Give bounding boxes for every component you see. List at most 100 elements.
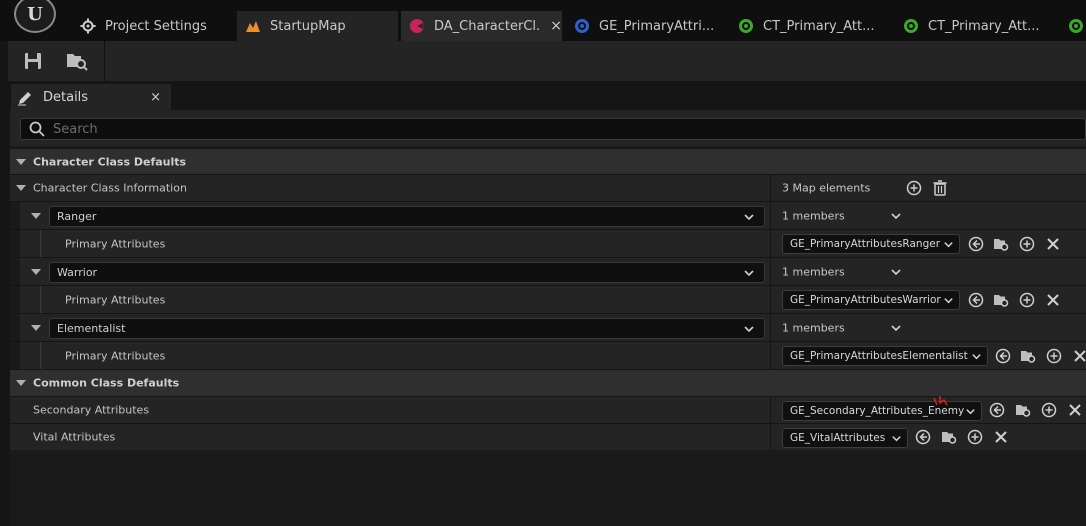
asset-picker-combo[interactable]: GE_Secondary_Attributes_Enemy: [782, 401, 982, 421]
expand-arrow-icon[interactable]: [16, 158, 26, 165]
column-splitter[interactable]: [770, 202, 771, 229]
browse-icon[interactable]: [993, 236, 1009, 252]
indent-guide: [40, 342, 41, 369]
expand-arrow-icon[interactable]: [16, 380, 26, 386]
trash-icon[interactable]: [932, 180, 948, 196]
asset-picker-combo[interactable]: GE_PrimaryAttributesElementalist: [782, 346, 988, 366]
add-icon[interactable]: [1041, 402, 1057, 418]
column-splitter[interactable]: [770, 342, 771, 369]
map-entry-ranger: Ranger 1 members: [10, 201, 1086, 229]
column-splitter[interactable]: [770, 175, 771, 201]
chevron-down-icon: [966, 409, 975, 415]
clear-icon[interactable]: [1072, 348, 1086, 364]
map-entry-warrior: Warrior 1 members: [10, 257, 1086, 285]
map-key-dropdown[interactable]: Ranger: [49, 206, 765, 227]
tab-startup-map[interactable]: StartupMap: [237, 11, 398, 41]
add-icon[interactable]: [1019, 292, 1035, 308]
map-key-dropdown[interactable]: Elementalist: [49, 318, 765, 339]
chevron-down-icon[interactable]: [890, 266, 902, 278]
tab-ge-primary-attributes[interactable]: GE_PrimaryAttri...: [566, 11, 727, 41]
details-tab-row: Details ×: [8, 81, 1086, 111]
category-character-class-defaults[interactable]: Character Class Defaults: [10, 148, 1086, 174]
tab-overflow[interactable]: [1060, 11, 1086, 41]
chevron-down-icon[interactable]: [890, 322, 902, 334]
close-tab-icon[interactable]: ×: [550, 18, 562, 34]
browse-icon[interactable]: [941, 429, 957, 445]
asset-picker-combo[interactable]: GE_VitalAttributes: [782, 428, 908, 448]
details-panel: Character Class Defaults Character Class…: [10, 110, 1086, 526]
column-splitter[interactable]: [770, 286, 771, 313]
editor-tab-bar: U Project Settings StartupMap DA_Charact…: [0, 0, 1086, 41]
asset-toolbar: [8, 41, 1086, 81]
add-icon[interactable]: [1019, 236, 1035, 252]
indent-guide: [10, 314, 20, 341]
red-scribble-mark: [933, 396, 948, 406]
save-icon[interactable]: [22, 51, 44, 71]
unreal-logo-icon[interactable]: U: [14, 0, 56, 33]
search-input[interactable]: [53, 121, 953, 137]
property-vital-attributes: Vital Attributes GE_VitalAttributes: [10, 423, 1086, 450]
map-key-dropdown[interactable]: Warrior: [49, 262, 765, 283]
clear-icon[interactable]: [1045, 236, 1061, 252]
add-element-icon[interactable]: [906, 180, 922, 196]
use-selected-icon[interactable]: [968, 236, 984, 252]
search-icon: [29, 121, 45, 137]
category-common-class-defaults[interactable]: Common Class Defaults: [10, 369, 1086, 396]
add-icon[interactable]: [1046, 348, 1062, 364]
column-splitter[interactable]: [770, 397, 771, 423]
tab-da-character-class[interactable]: DA_CharacterCl... ×: [401, 11, 562, 41]
chevron-down-icon: [892, 436, 901, 442]
indent-guide: [40, 230, 41, 257]
clear-icon[interactable]: [1045, 292, 1061, 308]
expand-arrow-icon[interactable]: [31, 212, 41, 219]
chevron-down-icon: [944, 242, 953, 248]
tab-ct-primary-attributes-1[interactable]: CT_Primary_Att...: [730, 11, 891, 41]
pencil-icon: [17, 90, 33, 106]
browse-asset-icon[interactable]: [66, 51, 88, 71]
column-splitter[interactable]: [770, 424, 771, 450]
column-splitter[interactable]: [770, 258, 771, 285]
curve-table-icon: [903, 18, 919, 34]
chevron-down-icon: [944, 298, 953, 304]
use-selected-icon[interactable]: [989, 402, 1005, 418]
close-details-icon[interactable]: ×: [150, 90, 161, 105]
indent-guide: [10, 342, 20, 369]
use-selected-icon[interactable]: [995, 348, 1011, 364]
property-secondary-attributes: Secondary Attributes GE_Secondary_Attrib…: [10, 396, 1086, 423]
asset-picker-combo[interactable]: GE_PrimaryAttributesRanger: [782, 234, 960, 254]
clear-icon[interactable]: [1067, 402, 1083, 418]
expand-arrow-icon[interactable]: [31, 324, 41, 331]
chevron-down-icon: [744, 270, 754, 277]
expand-arrow-icon[interactable]: [31, 268, 41, 275]
browse-icon[interactable]: [1020, 348, 1036, 364]
browse-icon[interactable]: [993, 292, 1009, 308]
toolbar-separator: [104, 41, 105, 81]
chevron-down-icon: [744, 326, 754, 333]
ranger-primary-attributes-row: Primary Attributes GE_PrimaryAttributesR…: [10, 229, 1086, 257]
chevron-down-icon[interactable]: [890, 210, 902, 222]
indent-guide: [40, 286, 41, 313]
chevron-down-icon: [972, 354, 981, 360]
blueprint-icon: [574, 18, 590, 34]
asset-picker-combo[interactable]: GE_PrimaryAttributesWarrior: [782, 290, 960, 310]
use-selected-icon[interactable]: [968, 292, 984, 308]
column-splitter[interactable]: [770, 314, 771, 341]
level-map-icon: [245, 18, 261, 34]
clear-icon[interactable]: [993, 429, 1009, 445]
data-asset-icon: [409, 18, 425, 34]
column-splitter[interactable]: [770, 230, 771, 257]
use-selected-icon[interactable]: [915, 429, 931, 445]
tab-project-settings[interactable]: Project Settings: [72, 11, 236, 41]
search-box[interactable]: [20, 118, 1086, 140]
indent-guide: [10, 258, 20, 285]
indent-guide: [10, 202, 20, 229]
indent-guide: [10, 286, 20, 313]
tab-ct-primary-attributes-2[interactable]: CT_Primary_Att...: [895, 11, 1056, 41]
browse-icon[interactable]: [1015, 402, 1031, 418]
details-tab[interactable]: Details ×: [11, 84, 171, 111]
expand-arrow-icon[interactable]: [16, 185, 26, 191]
search-row: [10, 110, 1086, 146]
add-icon[interactable]: [967, 429, 983, 445]
warrior-primary-attributes-row: Primary Attributes GE_PrimaryAttributesW…: [10, 285, 1086, 313]
property-character-class-information: Character Class Information 3 Map elemen…: [10, 174, 1086, 201]
